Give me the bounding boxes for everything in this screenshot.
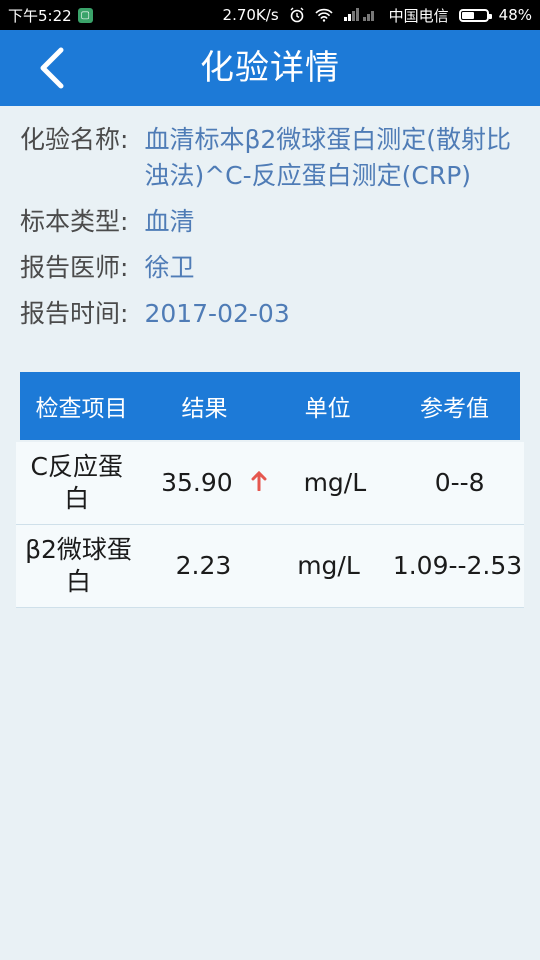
- table-row: β2微球蛋白 2.23 mg/L 1.09--2.53: [16, 525, 524, 608]
- carrier-name: 中国电信: [388, 6, 449, 25]
- lab-info: 化验名称: 血清标本β2微球蛋白测定(散射比浊法)^C-反应蛋白测定(CRP) …: [20, 122, 520, 342]
- report-time-row: 报告时间: 2017-02-03: [20, 296, 520, 332]
- status-bar: 下午5:22 ▢ 2.70K/s 中国电信 48%: [0, 0, 540, 30]
- status-time: 下午5:22: [8, 6, 72, 25]
- report-time-label: 报告时间:: [20, 299, 129, 328]
- wifi-icon: [315, 8, 333, 22]
- up-arrow-icon: [251, 467, 267, 499]
- header-reference: 参考值: [420, 396, 490, 422]
- row-result: 35.90: [161, 468, 233, 497]
- row-reference: 0--8: [434, 468, 485, 497]
- test-name-label: 化验名称:: [20, 125, 129, 154]
- doctor-value: 徐卫: [144, 253, 195, 282]
- test-name-row: 化验名称: 血清标本β2微球蛋白测定(散射比浊法)^C-反应蛋白测定(CRP): [20, 122, 520, 194]
- doctor-row: 报告医师: 徐卫: [20, 250, 520, 286]
- battery-percent: 48%: [498, 6, 532, 24]
- sample-type-value: 血清: [144, 207, 195, 236]
- row-result-cell: 35.90: [137, 467, 274, 499]
- row-unit: mg/L: [303, 468, 367, 497]
- header-result: 结果: [181, 396, 228, 422]
- battery-icon: [458, 8, 492, 22]
- report-time-value: 2017-02-03: [144, 299, 290, 328]
- doctor-label: 报告医师:: [20, 253, 129, 282]
- row-item: β2微球蛋白: [25, 535, 132, 596]
- header-unit: 单位: [304, 396, 351, 422]
- table-row: C反应蛋白 35.90 mg/L 0--8: [16, 442, 524, 525]
- alarm-icon: [289, 7, 305, 23]
- page-title: 化验详情: [200, 48, 340, 88]
- app-bar: 化验详情: [0, 30, 540, 106]
- row-item: C反应蛋白: [30, 452, 123, 513]
- test-name-value: 血清标本β2微球蛋白测定(散射比浊法)^C-反应蛋白测定(CRP): [144, 125, 512, 190]
- network-speed: 2.70K/s: [222, 6, 279, 24]
- notification-icon: ▢: [77, 7, 93, 23]
- sample-type-row: 标本类型: 血清: [20, 204, 520, 240]
- row-reference: 1.09--2.53: [392, 551, 523, 580]
- signal-icon: [343, 8, 379, 22]
- table-header: 检查项目 结果 单位 参考值: [20, 372, 520, 440]
- sample-type-label: 标本类型:: [20, 207, 129, 236]
- header-item: 检查项目: [35, 396, 128, 422]
- row-result: 2.23: [175, 551, 232, 580]
- row-unit: mg/L: [297, 551, 360, 580]
- results-table: 检查项目 结果 单位 参考值 C反应蛋白 35.90 mg/L 0--8 β2微…: [16, 372, 524, 608]
